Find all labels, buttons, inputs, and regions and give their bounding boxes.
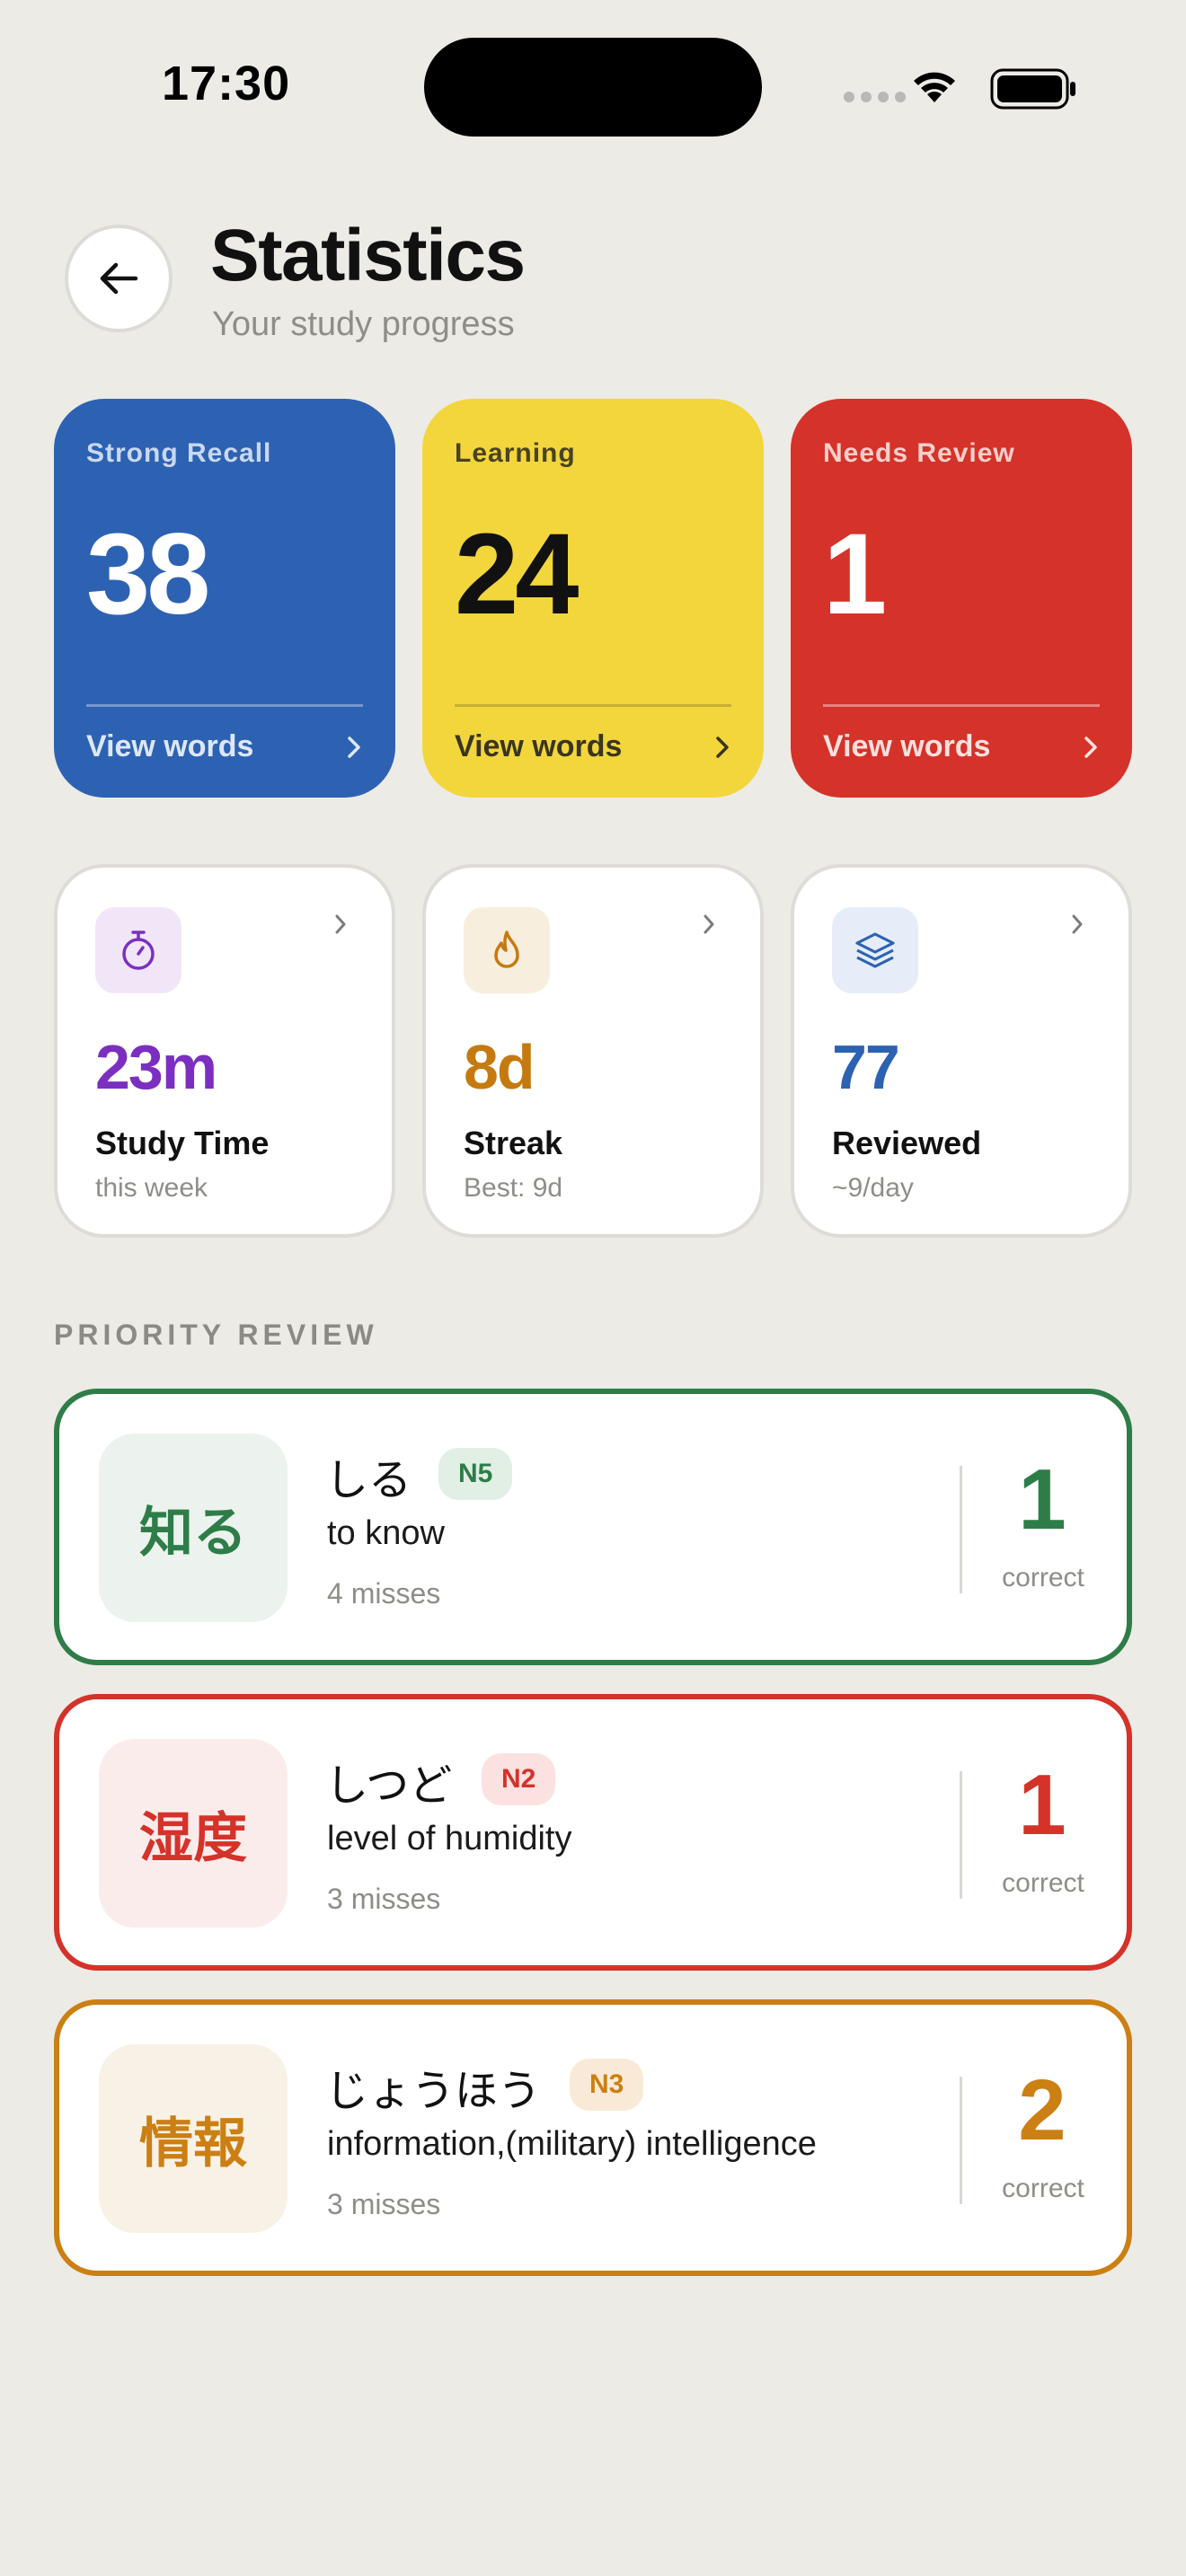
view-words-link[interactable]: View words <box>823 729 1100 764</box>
dynamic-island <box>424 38 762 137</box>
review-item[interactable]: 湿度 しつど N2 level of humidity 3 misses 1 c… <box>54 1694 1132 1971</box>
learning-card[interactable]: Learning 24 View words <box>422 399 764 798</box>
study-time-sub: this week <box>95 1173 208 1203</box>
status-icons <box>809 65 1078 110</box>
correct-label: correct <box>1002 1868 1084 1898</box>
miss-count: 4 misses <box>327 1577 441 1610</box>
miss-count: 3 misses <box>327 1883 441 1915</box>
layers-icon <box>855 932 895 968</box>
chevron-right-icon <box>704 914 714 934</box>
study-time-card[interactable]: 23m Study Time this week <box>54 864 395 1238</box>
back-button[interactable] <box>65 225 173 332</box>
wifi-icon <box>914 72 955 102</box>
divider <box>960 2077 962 2204</box>
card-label: Strong Recall <box>86 438 272 468</box>
card-label: Needs Review <box>823 438 1015 468</box>
streak-sub: Best: 9d <box>464 1173 563 1203</box>
correct-count: 2 <box>1018 2062 1067 2158</box>
card-divider <box>455 704 731 707</box>
flame-icon-box <box>464 907 550 993</box>
status-time: 17:30 <box>162 57 291 110</box>
stopwatch-icon-box <box>95 907 181 993</box>
jlpt-level-badge: N2 <box>482 1753 556 1805</box>
streak-card[interactable]: 8d Streak Best: 9d <box>422 864 764 1238</box>
card-divider <box>823 704 1100 707</box>
arrow-left-icon <box>100 262 138 295</box>
study-time-value: 23m <box>95 1032 217 1102</box>
cellular-signal-icon <box>844 92 906 102</box>
streak-label: Streak <box>464 1125 563 1161</box>
streak-value: 8d <box>464 1032 535 1102</box>
correct-label: correct <box>1002 1563 1084 1592</box>
view-words-label: View words <box>455 729 623 763</box>
flame-icon <box>494 931 519 968</box>
correct-count: 1 <box>1018 1757 1067 1853</box>
divider <box>960 1466 962 1593</box>
view-words-link[interactable]: View words <box>455 729 731 764</box>
battery-icon <box>990 68 1075 110</box>
chevron-right-icon <box>348 736 360 758</box>
chevron-right-icon <box>716 736 729 758</box>
chevron-right-icon <box>335 914 346 934</box>
reviewed-label: Reviewed <box>832 1125 982 1161</box>
word-meaning: level of humidity <box>327 1820 572 1857</box>
view-words-label: View words <box>86 729 254 763</box>
word-meaning: to know <box>327 1514 445 1552</box>
kanji-tile: 湿度 <box>99 1739 288 1928</box>
view-words-link[interactable]: View words <box>86 729 363 764</box>
correct-count: 1 <box>1018 1451 1067 1548</box>
jlpt-level-badge: N5 <box>438 1448 513 1500</box>
needs-review-card[interactable]: Needs Review 1 View words <box>791 399 1132 798</box>
strong-recall-card[interactable]: Strong Recall 38 View words <box>54 399 395 798</box>
layers-icon-box <box>832 907 918 993</box>
kanji-tile: 知る <box>99 1434 288 1622</box>
reviewed-card[interactable]: 77 Reviewed ~9/day <box>791 864 1132 1238</box>
statistics-screen: 17:30 Statistics Your study progress Str… <box>0 0 1186 2576</box>
chevron-right-icon <box>1072 914 1083 934</box>
reviewed-sub: ~9/day <box>832 1173 914 1203</box>
page-subtitle: Your study progress <box>212 305 515 343</box>
card-value: 24 <box>455 510 579 639</box>
study-time-label: Study Time <box>95 1125 270 1161</box>
card-value: 1 <box>823 510 887 639</box>
priority-review-heading: PRIORITY REVIEW <box>54 1319 378 1351</box>
miss-count: 3 misses <box>327 2188 441 2220</box>
correct-label: correct <box>1002 2174 1084 2203</box>
word-reading: しつど <box>325 1760 453 1811</box>
divider <box>960 1771 962 1899</box>
page-title: Statistics <box>210 215 526 296</box>
jlpt-level-badge: N3 <box>570 2059 644 2111</box>
word-reading: しる <box>325 1455 412 1505</box>
word-meaning: information,(military) intelligence <box>327 2125 817 2163</box>
card-label: Learning <box>455 438 576 468</box>
chevron-right-icon <box>1084 736 1097 758</box>
word-reading: じょうほう <box>325 2066 542 2116</box>
review-item[interactable]: 知る しる N5 to know 4 misses 1 correct <box>54 1389 1132 1665</box>
review-item[interactable]: 情報 じょうほう N3 information,(military) intel… <box>54 1999 1132 2276</box>
view-words-label: View words <box>823 729 991 763</box>
stopwatch-icon <box>122 931 155 970</box>
card-divider <box>86 704 363 707</box>
card-value: 38 <box>86 510 210 639</box>
reviewed-value: 77 <box>832 1032 900 1102</box>
kanji-tile: 情報 <box>99 2044 288 2233</box>
